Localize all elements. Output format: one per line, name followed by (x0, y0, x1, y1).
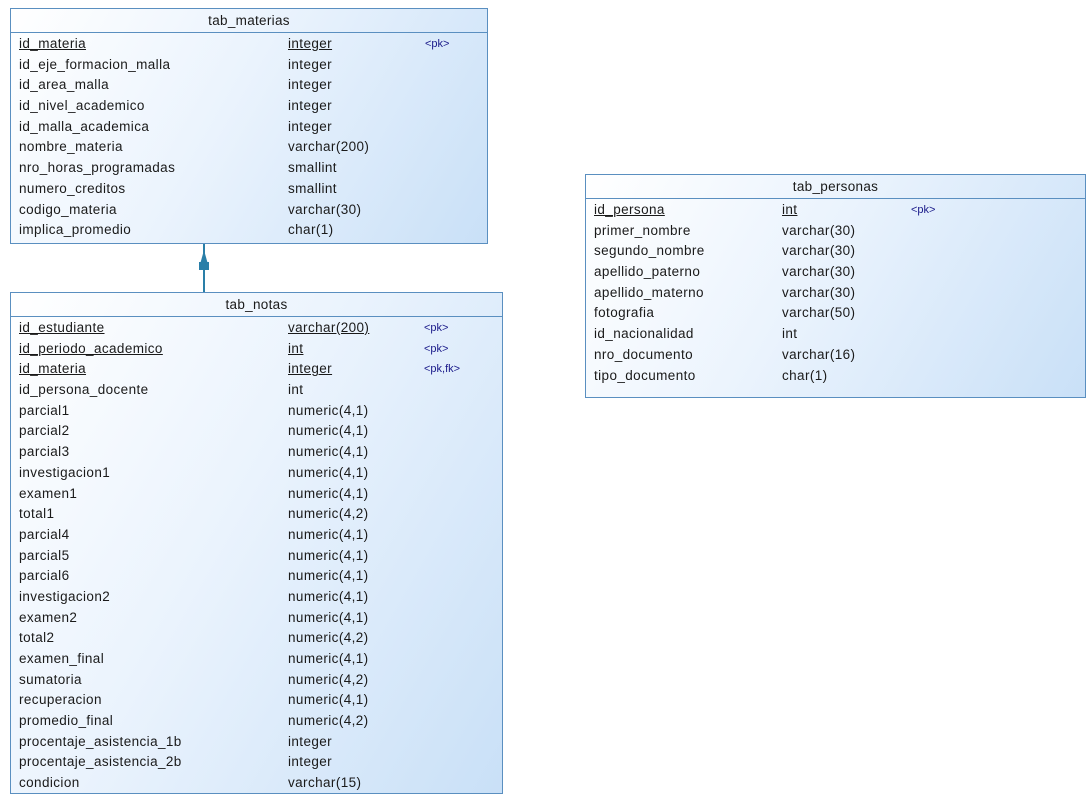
arrow-base-icon (199, 262, 209, 270)
relationship-connector[interactable] (0, 0, 1086, 794)
